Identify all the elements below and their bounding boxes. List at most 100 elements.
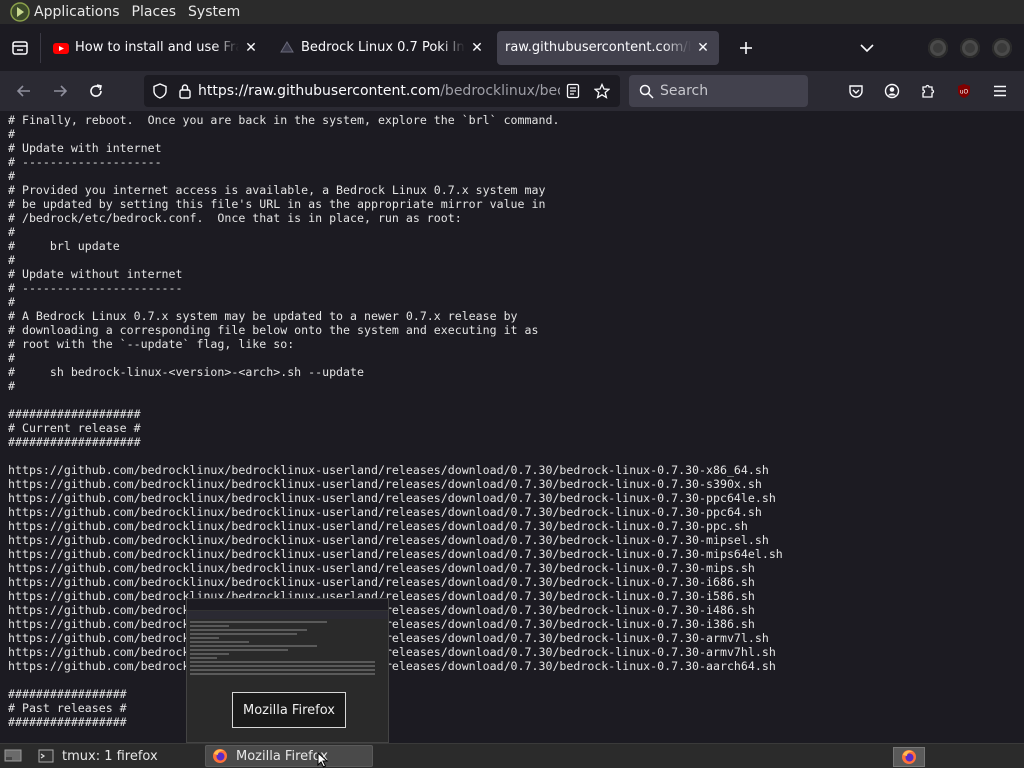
top-panel: Applications Places System <box>0 0 1024 24</box>
url-domain: https://raw.githubusercontent.com <box>198 83 441 99</box>
bookmark-star-icon[interactable] <box>594 83 610 99</box>
pocket-icon <box>849 85 863 98</box>
text-line: # <box>8 169 15 183</box>
taskbar-item-label: Mozilla Firefox <box>236 748 328 764</box>
text-line: https://github.com/bedrocklinux/bedrockl… <box>8 575 755 589</box>
text-line: # Past releases # <box>8 701 127 715</box>
tab-title: Bedrock Linux 0.7 Poki Insta <box>301 40 465 55</box>
forward-arrow-icon <box>54 85 68 97</box>
plus-icon <box>740 41 752 54</box>
close-window-button[interactable] <box>992 37 1012 58</box>
tab-bedrock[interactable]: Bedrock Linux 0.7 Poki Insta ✕ <box>271 31 493 65</box>
text-line <box>8 393 1024 407</box>
text-line: # <box>8 351 15 365</box>
url-path: /bedrocklinux/bedrock <box>440 83 560 99</box>
search-bar[interactable]: Search <box>629 75 808 107</box>
page-content[interactable]: # Finally, reboot. Once you are back in … <box>0 111 1024 743</box>
firefox-icon <box>902 750 916 764</box>
reload-button[interactable] <box>78 75 114 107</box>
reader-view-icon[interactable] <box>566 83 580 99</box>
reload-icon <box>90 84 102 97</box>
maximize-button[interactable] <box>960 37 980 58</box>
distro-logo-icon[interactable] <box>10 2 30 22</box>
places-menu[interactable]: Places <box>132 0 185 24</box>
url-text[interactable]: https://raw.githubusercontent.com/bedroc… <box>198 83 560 99</box>
text-line: https://github.com/bedrocklinux/bedrockl… <box>8 617 1024 631</box>
tab-raw-githubusercontent[interactable]: raw.githubusercontent.com/bed ✕ <box>497 30 719 65</box>
text-line: # Provided you internet access is availa… <box>8 183 546 197</box>
url-bar[interactable]: https://raw.githubusercontent.com/bedroc… <box>144 75 620 107</box>
firefox-view-button[interactable] <box>0 24 40 71</box>
text-line: # Update without internet <box>8 267 183 281</box>
text-line: # Update with internet <box>8 141 162 155</box>
text-line: https://github.com/bedrocklinux/bedrockl… <box>8 491 776 505</box>
taskbar-item-label: tmux: 1 firefox <box>62 748 158 764</box>
text-line: https://github.com/bedrocklinux/bedrockl… <box>8 589 755 603</box>
text-line: # <box>8 225 15 239</box>
tab-strip: How to install and use Frapp ✕ Bedrock L… <box>0 24 1024 71</box>
pocket-button[interactable] <box>840 75 872 107</box>
back-button[interactable] <box>6 75 42 107</box>
close-tab-icon[interactable]: ✕ <box>243 40 259 56</box>
ublock-origin-icon: uO <box>958 84 970 98</box>
back-arrow-icon <box>16 85 30 97</box>
preview-navbar <box>187 611 388 619</box>
text-line: https://github.com/bedrocklinux/bedrockl… <box>8 533 769 547</box>
text-line: # A Bedrock Linux 0.7.x system may be up… <box>8 309 518 323</box>
show-desktop-icon <box>4 749 22 762</box>
svg-text:uO: uO <box>960 89 969 96</box>
text-line: # <box>8 379 15 393</box>
text-line: ################# <box>8 687 127 701</box>
tracking-protection-shield-icon[interactable] <box>152 83 168 99</box>
text-line: # root with the `--update` flag, like so… <box>8 337 295 351</box>
forward-button[interactable] <box>42 75 78 107</box>
window-preview-tooltip: Mozilla Firefox <box>232 692 346 728</box>
firefox-view-icon <box>12 40 28 55</box>
firefox-icon <box>213 749 227 763</box>
extensions-button[interactable] <box>912 75 944 107</box>
text-line: https://github.com/bedrocklinux/bedrockl… <box>8 659 776 673</box>
account-button[interactable] <box>876 75 908 107</box>
text-line: ################### <box>8 435 141 449</box>
lock-icon[interactable] <box>178 83 192 99</box>
taskbar-item-tmux[interactable]: tmux: 1 firefox <box>32 745 200 767</box>
tab-youtube[interactable]: How to install and use Frapp ✕ <box>45 31 267 65</box>
text-line: # <box>8 295 15 309</box>
mouse-cursor-icon <box>317 752 329 768</box>
text-line <box>8 673 1024 687</box>
taskbar-item-firefox[interactable]: Mozilla Firefox <box>205 745 373 767</box>
show-desktop-button[interactable] <box>0 745 28 767</box>
list-all-tabs-button[interactable] <box>850 31 884 65</box>
ublock-origin-button[interactable]: uO <box>948 75 980 107</box>
text-line: # be updated by setting this file's URL … <box>8 197 546 211</box>
text-line: # brl update <box>8 239 120 253</box>
tab-title: How to install and use Frapp <box>75 40 239 55</box>
terminal-icon <box>38 749 54 763</box>
search-icon <box>639 84 654 99</box>
close-tab-icon[interactable]: ✕ <box>695 40 711 56</box>
close-tab-icon[interactable]: ✕ <box>469 40 485 56</box>
text-line: https://github.com/bedrocklinux/bedrockl… <box>8 477 762 491</box>
new-tab-button[interactable] <box>729 31 763 65</box>
puzzle-piece-icon <box>922 84 935 98</box>
hamburger-menu-icon <box>994 85 1006 97</box>
search-placeholder: Search <box>660 83 709 99</box>
text-line: # Finally, reboot. Once you are back in … <box>8 113 560 127</box>
text-line: # downloading a corresponding file below… <box>8 323 539 337</box>
minimize-button[interactable] <box>928 37 948 58</box>
preview-tabbar <box>187 599 388 611</box>
raw-text-document: # Finally, reboot. Once you are back in … <box>0 111 1024 729</box>
text-line: # <box>8 127 15 141</box>
tab-title: raw.githubusercontent.com/bed <box>505 40 691 55</box>
youtube-icon <box>53 42 69 54</box>
text-line: # /bedrock/etc/bedrock.conf. Once that i… <box>8 211 462 225</box>
text-line: # -------------------- <box>8 155 162 169</box>
navigation-toolbar: https://raw.githubusercontent.com/bedroc… <box>0 71 1024 111</box>
text-line: https://github.com/bedrocklinux/bedrockl… <box>8 631 1024 645</box>
system-menu[interactable]: System <box>188 0 248 24</box>
app-menu-button[interactable] <box>984 75 1016 107</box>
preview-content <box>187 619 388 679</box>
tray-firefox-button[interactable] <box>893 747 925 767</box>
text-line: https://github.com/bedrocklinux/bedrockl… <box>8 519 748 533</box>
applications-menu[interactable]: Applications <box>34 0 128 24</box>
